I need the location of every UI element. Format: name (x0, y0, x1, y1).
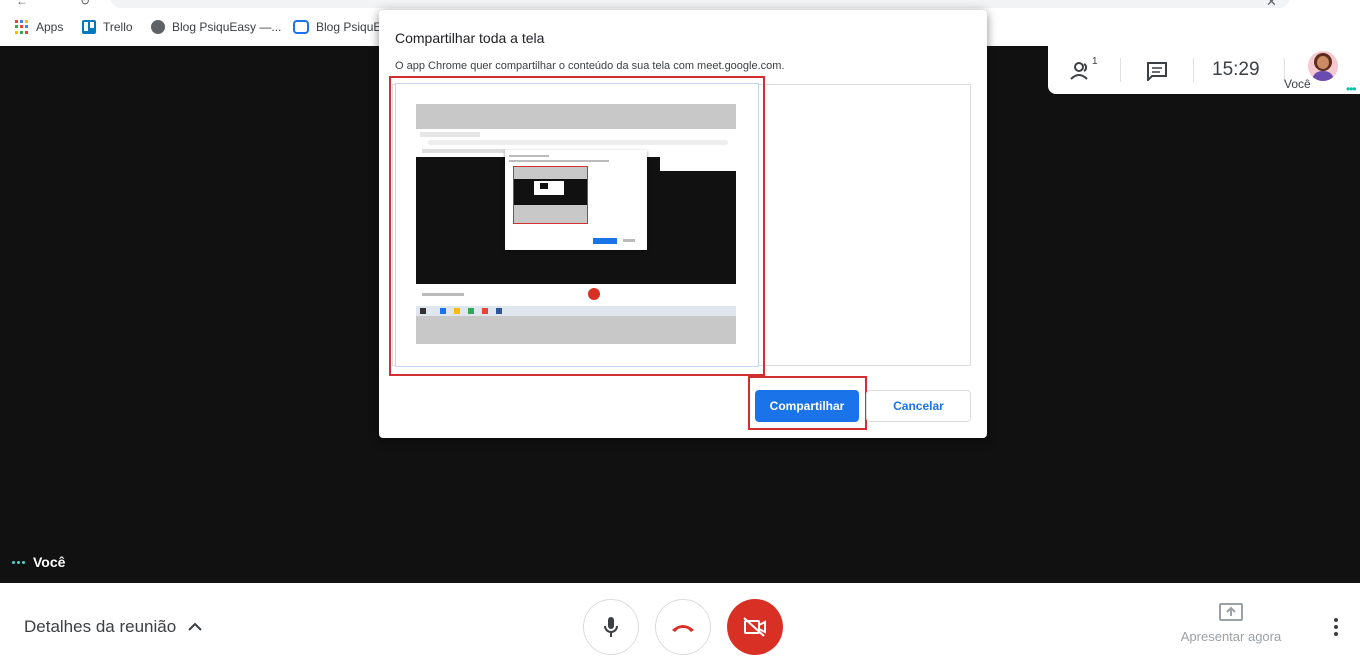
meeting-details-label: Detalhes da reunião (24, 617, 177, 636)
chat-icon (1147, 62, 1167, 81)
avatar-face (1317, 56, 1329, 69)
participants-count: 1 (1092, 56, 1098, 67)
more-options-icon (1334, 618, 1338, 622)
meeting-clock: 15:29 (1212, 59, 1260, 80)
hang-up-icon (672, 625, 694, 632)
cancel-button[interactable]: Cancelar (866, 390, 971, 422)
present-now-button[interactable]: Apresentar agora (1178, 603, 1284, 644)
camera-toggle-button[interactable] (727, 599, 783, 655)
bookmark-label: Blog PsiquE (316, 20, 382, 34)
chevron-up-icon (188, 622, 202, 631)
bookmark-apps[interactable]: Apps (15, 18, 63, 36)
share-button[interactable]: Compartilhar (755, 390, 859, 422)
microphone-icon (604, 617, 618, 637)
dialog-description: O app Chrome quer compartilhar o conteúd… (395, 60, 785, 72)
meeting-controls-bar: Detalhes da reunião Apresentar agora (0, 583, 1360, 660)
bookmark-blog-psiqueasy[interactable]: Blog PsiquEasy —... (151, 18, 281, 36)
avatar[interactable] (1308, 51, 1338, 81)
meet-top-panel: 1 15:29 Você ••• (1048, 46, 1360, 96)
participants-button[interactable]: 1 (1070, 56, 1098, 84)
separator (1120, 58, 1121, 82)
share-screen-dialog: Compartilhar toda a tela O app Chrome qu… (379, 10, 987, 438)
present-now-label: Apresentar agora (1180, 629, 1282, 644)
separator (1193, 58, 1194, 82)
globe-icon (151, 20, 165, 34)
avatar-body (1312, 71, 1334, 81)
user-label: Você (1284, 77, 1311, 91)
camera-off-icon (743, 617, 766, 637)
self-tile-label: Você (12, 554, 65, 570)
speaking-indicator-icon (12, 560, 25, 564)
dialog-title: Compartilhar toda a tela (395, 30, 545, 46)
address-bar[interactable] (110, 0, 1290, 8)
more-options-button[interactable] (1326, 615, 1346, 639)
bookmark-label: Apps (36, 20, 64, 34)
present-screen-icon (1219, 603, 1243, 621)
end-call-button[interactable] (655, 599, 711, 655)
apps-grid-icon (15, 20, 29, 34)
bookmark-blog-psique-2[interactable]: Blog PsiquE (293, 18, 381, 36)
bookmark-label: Trello (103, 20, 133, 34)
bookmark-trello[interactable]: Trello (82, 18, 133, 36)
cloud-icon (293, 20, 309, 34)
self-name: Você (33, 554, 66, 570)
clear-url-icon[interactable]: ✕ (1266, 0, 1277, 10)
speaking-dots-icon: ••• (1346, 82, 1357, 96)
meeting-details-toggle[interactable]: Detalhes da reunião (24, 617, 202, 637)
chat-button[interactable] (1144, 58, 1170, 84)
reload-icon[interactable]: ↻ (80, 0, 90, 8)
bookmark-label: Blog PsiquEasy —... (172, 20, 282, 34)
microphone-button[interactable] (583, 599, 639, 655)
highlight-box-thumbnail (389, 76, 765, 376)
trello-icon (82, 20, 96, 34)
back-icon[interactable]: ← (16, 0, 28, 8)
